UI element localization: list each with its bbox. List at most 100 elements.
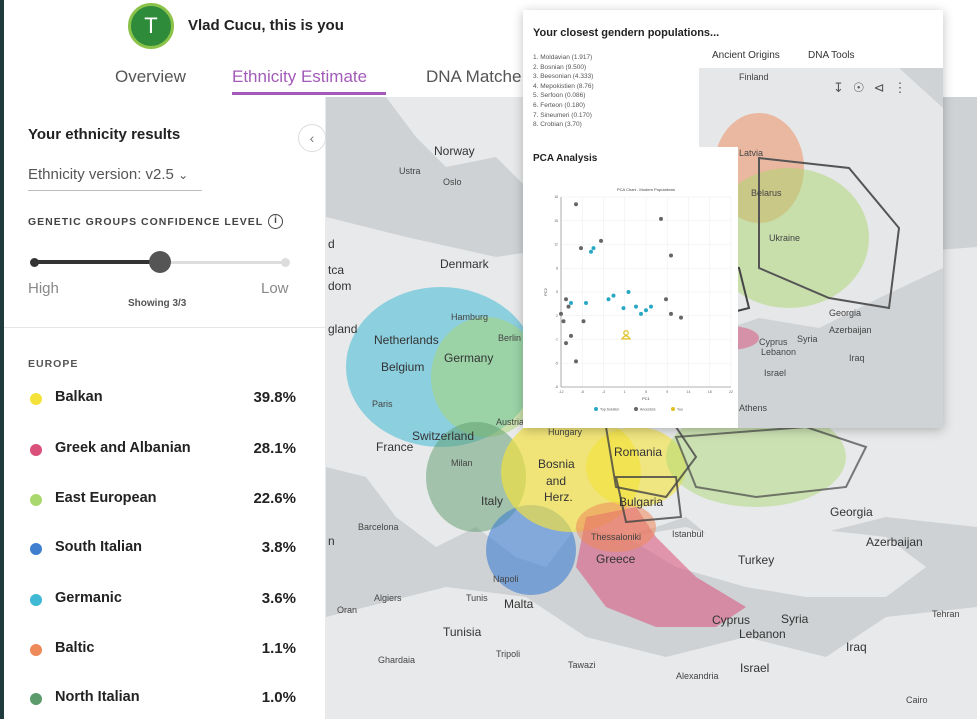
- scatter-point: [579, 246, 583, 251]
- version-select-underline: [28, 190, 202, 191]
- scatter-point: [664, 297, 668, 302]
- ethnicity-row[interactable]: North Italian 1.0%: [28, 689, 298, 709]
- map-label: Tehran: [932, 609, 960, 619]
- ethnicity-name: Balkan: [55, 389, 103, 405]
- ethnicity-row[interactable]: East European 22.6%: [28, 490, 298, 510]
- popup-map-label: Belarus: [751, 188, 782, 198]
- scatter-point: [574, 202, 578, 207]
- x-tick-label: -12: [558, 390, 563, 394]
- ethnicity-percent: 22.6%: [253, 490, 296, 507]
- ethnicity-name: Germanic: [55, 590, 122, 606]
- pca-title: PCA Analysis: [533, 153, 598, 164]
- map-label: Berlin: [498, 333, 522, 343]
- population-item[interactable]: 8. Crobian (3.70): [533, 120, 594, 130]
- legend-marker: [634, 407, 638, 411]
- population-item[interactable]: 7. Sineumeri (0.170): [533, 111, 594, 121]
- chevron-down-icon: ⌄: [178, 168, 189, 182]
- pca-chart[interactable]: PCA Chart - Modern PopulationsPC1PC2-12-…: [531, 147, 738, 428]
- tab-overview[interactable]: Overview: [115, 67, 186, 87]
- confidence-slider-thumb[interactable]: [149, 251, 171, 273]
- map-label: Austria: [496, 417, 525, 427]
- map-label: Hungary: [548, 427, 583, 437]
- popup-toolbar: ↧☉⊲⋮: [833, 80, 915, 96]
- showing-count: Showing 3/3: [128, 298, 187, 309]
- population-item[interactable]: 5. Serfoon (0.086): [533, 91, 594, 101]
- ethnicity-row[interactable]: Balkan 39.8%: [28, 389, 298, 409]
- ethnicity-name: South Italian: [55, 539, 142, 555]
- popup-title: Your closest gendern populations...: [533, 27, 720, 39]
- map-label: Israel: [740, 661, 770, 675]
- map-label: Switzerland: [412, 429, 475, 443]
- ethnicity-row[interactable]: South Italian 3.8%: [28, 539, 298, 559]
- y-tick-label: 12: [554, 243, 558, 247]
- ethnicity-row[interactable]: Baltic 1.1%: [28, 640, 298, 660]
- map-label: Bosnia: [538, 457, 575, 471]
- ethnicity-name: East European: [55, 490, 157, 506]
- avatar[interactable]: T: [128, 3, 174, 49]
- scatter-point: [591, 246, 596, 251]
- y-tick-label: 8: [556, 266, 558, 270]
- info-icon[interactable]: i: [268, 214, 283, 229]
- scatter-point: [584, 300, 588, 305]
- ethnicity-name: Baltic: [55, 640, 95, 656]
- map-label: Norway: [434, 144, 475, 158]
- map-label: Napoli: [493, 574, 519, 584]
- x-tick-label: 14: [687, 390, 691, 394]
- map-label: and: [546, 474, 567, 488]
- target-icon[interactable]: ☉: [853, 80, 874, 95]
- population-item[interactable]: 6. Ferteon (0.180): [533, 101, 594, 111]
- y-tick-label: 15: [554, 219, 558, 223]
- map-label: Barcelona: [358, 522, 399, 532]
- popup-map-label: Lebanon: [761, 347, 797, 357]
- scatter-point: [639, 311, 643, 316]
- more-icon[interactable]: ⋮: [893, 80, 915, 95]
- popup-map-label: Cyprus: [759, 337, 788, 347]
- x-tick-label: 9: [666, 390, 668, 394]
- population-item[interactable]: 1. Moldavian (1.917): [533, 53, 594, 63]
- scatter-point: [621, 306, 626, 311]
- color-dot: [30, 594, 42, 606]
- ethnicity-row[interactable]: Germanic 3.6%: [28, 590, 298, 610]
- share-icon[interactable]: ⊲: [874, 80, 894, 95]
- ethnicity-version-select[interactable]: Ethnicity version: v2.5 ⌄: [28, 166, 188, 183]
- ethnicity-row[interactable]: Greek and Albanian 28.1%: [28, 440, 298, 460]
- scatter-point: [569, 300, 573, 305]
- confidence-label: GENETIC GROUPS CONFIDENCE LEVEL: [28, 216, 264, 228]
- tab-dna-matches[interactable]: DNA Matche: [426, 67, 521, 87]
- map-label: Ghardaia: [378, 655, 416, 665]
- map-label: Belgium: [381, 360, 425, 374]
- tab-ancient-origins[interactable]: Ancient Origins: [712, 50, 780, 61]
- scatter-point: [679, 315, 683, 320]
- population-item[interactable]: 4. Mepokistien (8.76): [533, 82, 594, 92]
- slider-start-dot: [30, 258, 39, 267]
- map-label: tca: [328, 263, 345, 277]
- popup-map-label: Latvia: [739, 148, 764, 158]
- ethnicity-percent: 1.1%: [261, 640, 296, 657]
- map-label: Cyprus: [712, 613, 751, 627]
- map-label: d: [328, 237, 335, 251]
- map-label: Paris: [372, 399, 393, 409]
- map-label: n: [328, 534, 335, 548]
- download-icon[interactable]: ↧: [833, 80, 853, 95]
- tab-dna-tools[interactable]: DNA Tools: [808, 50, 855, 61]
- tab-ethnicity-estimate[interactable]: Ethnicity Estimate: [232, 67, 367, 87]
- legend-marker: [671, 407, 675, 411]
- ethnicity-percent: 1.0%: [261, 689, 296, 706]
- popup-map-label: Syria: [797, 334, 818, 344]
- ethnicity-percent: 28.1%: [253, 440, 296, 457]
- ethnicity-name: Greek and Albanian: [55, 440, 191, 456]
- map-label: Istanbul: [672, 529, 704, 539]
- scatter-point: [564, 341, 568, 346]
- scatter-point: [581, 319, 586, 324]
- pca-panel: PCA Chart - Modern Populations PC1 PC2 -12-…: [531, 147, 738, 428]
- population-item[interactable]: 3. Beesonian (4.333): [533, 72, 594, 82]
- x-tick-label: 5: [645, 390, 647, 394]
- color-dot: [30, 644, 42, 656]
- population-item[interactable]: 2. Bosnian (9.500): [533, 63, 594, 73]
- popup-map-label: Georgia: [829, 308, 862, 318]
- population-list: 1. Moldavian (1.917) 2. Bosnian (9.500) …: [533, 53, 594, 130]
- ethnicity-percent: 39.8%: [253, 389, 296, 406]
- map-label: Ustra: [399, 166, 421, 176]
- closest-populations-popup[interactable]: Finland Latvia Belarus Ukraine Georgia A…: [523, 10, 943, 428]
- collapse-panel-button[interactable]: ‹: [298, 124, 326, 152]
